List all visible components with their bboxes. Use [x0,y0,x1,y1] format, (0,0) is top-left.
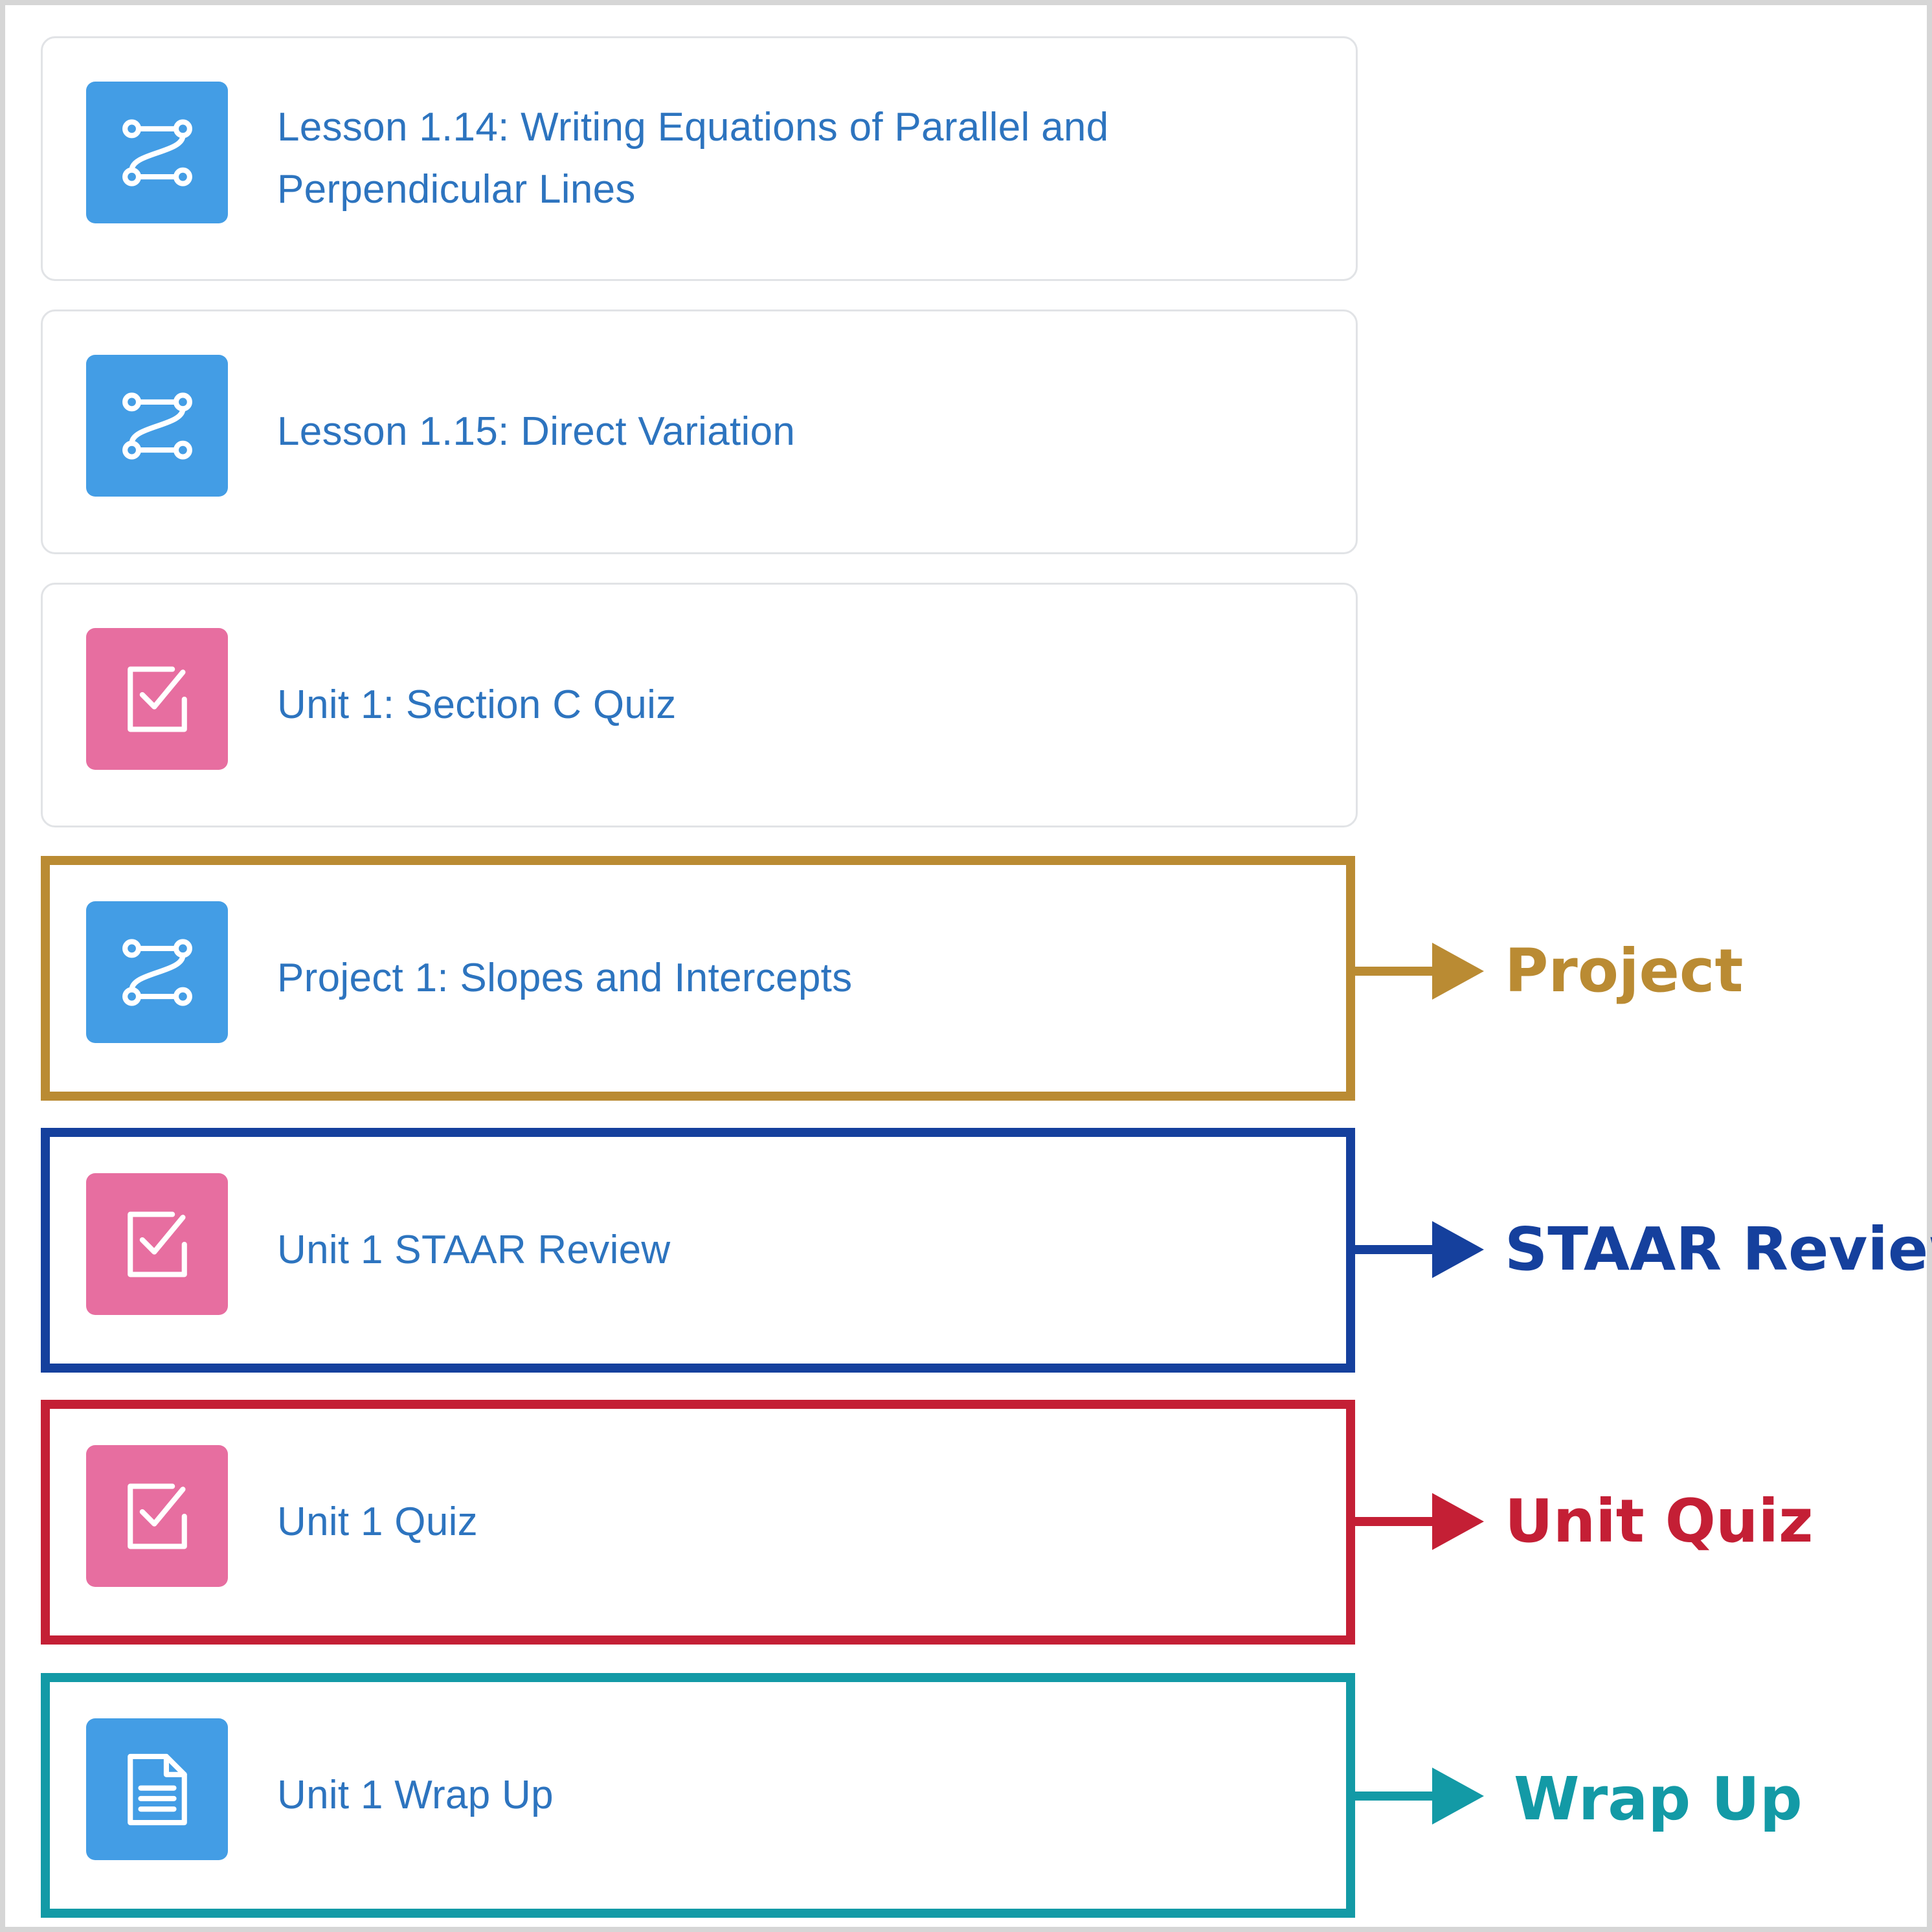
flow-path-icon [122,118,192,186]
flow-path-icon [122,938,192,1006]
activity-icon-tile [86,1173,228,1315]
activity-icon-tile [86,1718,228,1860]
activity-title[interactable]: Unit 1 STAAR Review [277,1219,671,1281]
activity-link[interactable]: Unit 1 STAAR Review [277,1137,1287,1364]
page-frame: Lesson 1.14: Writing Equations of Parall… [0,0,1932,1932]
activity-link[interactable]: Unit 1 Quiz [277,1409,1287,1635]
activity-card-unit-quiz[interactable]: Unit 1 Quiz [41,1400,1355,1645]
activity-link[interactable]: Unit 1: Section C Quiz [277,585,1287,826]
annotation-label-wrap-up: Wrap Up [1514,1764,1803,1834]
checkbox-quiz-icon [127,1483,187,1549]
annotation-label-project: Project [1505,936,1744,1005]
annotation-label-staar-review: STAAR Review [1505,1215,1932,1284]
activity-title[interactable]: Unit 1 Quiz [277,1491,478,1553]
annotation-arrow-staar-review [1352,1221,1484,1278]
activity-icon-tile [86,901,228,1043]
activity-card-lesson-1-14[interactable]: Lesson 1.14: Writing Equations of Parall… [41,36,1358,281]
annotation-arrow-wrap-up [1352,1768,1484,1825]
activity-title[interactable]: Lesson 1.14: Writing Equations of Parall… [277,96,1287,221]
document-icon [127,1753,187,1825]
activity-card-section-c-quiz[interactable]: Unit 1: Section C Quiz [41,583,1358,827]
activity-title[interactable]: Unit 1 Wrap Up [277,1764,554,1826]
activity-link[interactable]: Project 1: Slopes and Intercepts [277,865,1287,1092]
activity-icon-tile [86,82,228,223]
activity-card-staar-review[interactable]: Unit 1 STAAR Review [41,1128,1355,1373]
activity-card-lesson-1-15[interactable]: Lesson 1.15: Direct Variation [41,309,1358,554]
activity-card-wrap-up[interactable]: Unit 1 Wrap Up [41,1673,1355,1918]
activity-link[interactable]: Lesson 1.15: Direct Variation [277,311,1287,552]
activity-card-project-1[interactable]: Project 1: Slopes and Intercepts [41,856,1355,1101]
activity-icon-tile [86,355,228,497]
annotation-arrow-project [1352,943,1484,1000]
activity-title[interactable]: Unit 1: Section C Quiz [277,674,677,736]
activity-title[interactable]: Lesson 1.15: Direct Variation [277,401,795,463]
annotation-label-unit-quiz: Unit Quiz [1505,1487,1814,1556]
flow-path-icon [122,392,192,460]
checkbox-quiz-icon [127,1211,187,1277]
activity-title[interactable]: Project 1: Slopes and Intercepts [277,947,852,1009]
activity-icon-tile [86,628,228,770]
activity-icon-tile [86,1445,228,1587]
annotation-arrow-unit-quiz [1352,1493,1484,1550]
activity-link[interactable]: Lesson 1.14: Writing Equations of Parall… [277,38,1287,279]
checkbox-quiz-icon [127,666,187,732]
activity-link[interactable]: Unit 1 Wrap Up [277,1682,1287,1909]
